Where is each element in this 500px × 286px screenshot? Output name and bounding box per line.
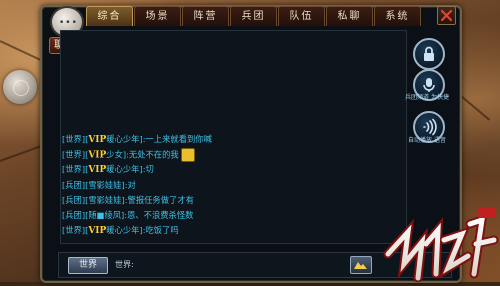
channel-label: 世界: <box>115 260 134 269</box>
message-list: [世界][VIP暖心少年]:一上来就看到你喊 [世界][VIP少女]:无处不在的… <box>62 133 402 239</box>
close-button[interactable] <box>437 6 456 25</box>
joystick-button[interactable] <box>3 70 37 104</box>
tab-legion[interactable]: 兵团 <box>230 6 277 26</box>
lock-button[interactable] <box>413 38 445 70</box>
sound-wave-icon <box>423 118 437 136</box>
mountain-icon <box>354 262 367 269</box>
list-item[interactable]: [兵团][雪影娃娃]:对 <box>62 179 402 192</box>
vip-badge: VIP <box>88 135 107 145</box>
list-item[interactable]: [兵团][雪影娃娃]:警报任务做了才有 <box>62 194 402 207</box>
game-logo-art <box>383 208 499 283</box>
list-item[interactable]: [世界][VIP暖心少年]:吃饭了吗 <box>62 224 402 237</box>
list-item[interactable]: [世界][VIP暖心少年]:一上来就看到你喊 <box>62 133 402 146</box>
list-item[interactable]: [世界][VIP少女]:无处不在的我 <box>62 148 402 163</box>
legion-channel-shortcut-label: 兵团频道 为快捷 <box>405 94 449 101</box>
lock-icon <box>424 46 434 61</box>
emoji-icon <box>181 148 196 163</box>
ellipsis-icon: ••• <box>59 18 78 28</box>
tab-private[interactable]: 私聊 <box>326 6 373 26</box>
mic-icon <box>423 78 435 92</box>
channel-select-button[interactable]: 世界 <box>68 257 108 274</box>
auto-play-voice-label: 自动播放 语音 <box>408 137 446 144</box>
expression-button[interactable] <box>350 256 372 274</box>
game-logo <box>378 204 500 283</box>
close-icon <box>440 9 453 22</box>
tab-faction[interactable]: 阵营 <box>182 6 229 26</box>
tab-bar: 综合 场景 阵营 兵团 队伍 私聊 系统 <box>42 6 426 26</box>
list-item[interactable]: [兵团][随■绫凤]:恩、不浪费杀怪数 <box>62 209 402 222</box>
tab-scene[interactable]: 场景 <box>134 6 181 26</box>
tab-team[interactable]: 队伍 <box>278 6 325 26</box>
list-item[interactable]: [世界][VIP暖心少年]:切 <box>62 163 402 176</box>
chat-input[interactable] <box>132 256 342 272</box>
vip-badge: VIP <box>88 150 107 161</box>
tab-system[interactable]: 系统 <box>374 6 421 26</box>
vip-badge: VIP <box>88 226 107 237</box>
tab-general[interactable]: 综合 <box>86 6 133 26</box>
vip-badge: VIP <box>88 165 107 176</box>
